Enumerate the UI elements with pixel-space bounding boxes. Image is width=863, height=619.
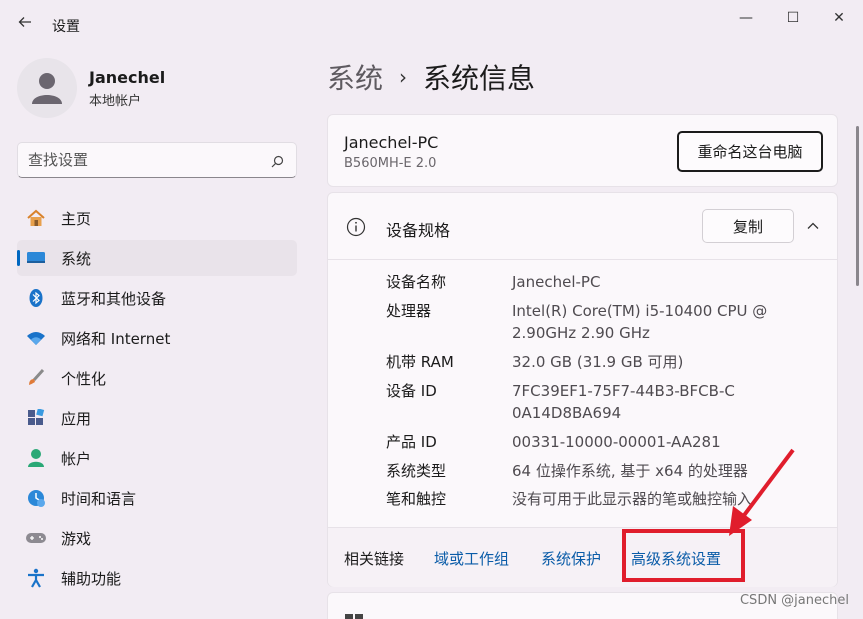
title-bar: 设置 — ☐ ✕ [0,0,863,48]
sidebar-item-label: 蓝牙和其他设备 [61,289,167,308]
sidebar-item-accounts[interactable]: 帐户 [17,440,297,476]
page-title: 系统信息 [423,62,536,95]
spec-value: Intel(R) Core(TM) i5-10400 CPU @ 2.90GHz… [512,302,768,342]
search-icon[interactable] [271,153,284,172]
back-arrow-icon [18,14,32,33]
breadcrumb-separator: › [399,65,408,89]
sidebar-item-gaming[interactable]: 游戏 [17,520,297,556]
sidebar-item-accessibility[interactable]: 辅助功能 [17,560,297,596]
spec-row: 设备名称 Janechel-PC [386,271,826,293]
avatar [17,58,77,118]
scrollbar[interactable] [856,126,859,286]
user-avatar-icon [32,73,62,104]
minimize-button[interactable]: — [724,6,768,30]
spec-value: Janechel-PC [512,273,601,291]
device-specs-card: 设备规格 复制 设备名称 Janechel-PC 处理器 Intel(R) Co… [327,192,838,587]
account-type: 本地帐户 [89,93,142,109]
wifi-icon [25,327,47,349]
device-specs-header[interactable]: 设备规格 复制 [328,193,837,260]
windows-logo-icon [344,613,364,619]
maximize-button[interactable]: ☐ [771,6,815,30]
account-icon [25,447,47,469]
related-links-label: 相关链接 [344,550,405,568]
breadcrumb-parent[interactable]: 系统 [327,57,383,97]
close-button[interactable]: ✕ [817,6,861,30]
chevron-up-icon[interactable] [806,218,820,237]
device-specs-table: 设备名称 Janechel-PC 处理器 Intel(R) Core(TM) i… [386,271,826,517]
breadcrumb: 系统 › 系统信息 [327,57,535,97]
back-button[interactable] [12,10,38,36]
time-language-icon [25,487,47,509]
sidebar-item-label: 辅助功能 [61,569,122,588]
pc-model: B560MH-E 2.0 [344,156,437,171]
sidebar-item-label: 时间和语言 [61,489,137,508]
sidebar-item-time-language[interactable]: 时间和语言 [17,480,297,516]
sidebar-item-label: 应用 [61,409,92,428]
apps-icon [25,407,47,429]
bluetooth-icon [25,287,47,309]
info-icon [346,217,366,241]
system-icon [25,247,47,269]
user-name: Janechel [89,67,166,87]
watermark: CSDN @janechel [739,593,849,608]
spec-row: 处理器 Intel(R) Core(TM) i5-10400 CPU @ 2.9… [386,300,826,344]
home-icon [25,207,47,229]
domain-workgroup-link[interactable]: 域或工作组 [434,548,509,569]
spec-key: 设备 ID [386,382,437,400]
spec-key: 处理器 [386,302,432,320]
rename-pc-button[interactable]: 重命名这台电脑 [677,131,823,172]
sidebar-item-label: 游戏 [61,529,92,548]
sidebar-item-label: 帐户 [61,449,92,468]
sidebar-nav: 主页 系统 蓝牙和其他设备 网络和 Internet 个性化 应用 帐户 时间和… [17,200,297,600]
app-title: 设置 [52,19,80,35]
system-protection-link[interactable]: 系统保护 [541,548,601,569]
spec-key: 产品 ID [386,433,437,451]
sidebar-item-bluetooth[interactable]: 蓝牙和其他设备 [17,280,297,316]
search-input[interactable] [28,151,268,169]
gamepad-icon [25,527,47,549]
spec-row: 设备 ID 7FC39EF1-75F7-44B3-BFCB-C0A14D8BA6… [386,380,826,424]
sidebar-item-apps[interactable]: 应用 [17,400,297,436]
copy-button[interactable]: 复制 [702,209,794,243]
spec-row: 笔和触控 没有可用于此显示器的笔或触控输入 [386,488,826,510]
annotation-highlight-box [622,529,745,582]
accessibility-icon [25,567,47,589]
spec-row: 系统类型 64 位操作系统, 基于 x64 的处理器 [386,460,826,482]
spec-value: 32.0 GB (31.9 GB 可用) [512,353,684,371]
sidebar-item-home[interactable]: 主页 [17,200,297,236]
spec-value: 64 位操作系统, 基于 x64 的处理器 [512,462,748,480]
spec-row: 产品 ID 00331-10000-00001-AA281 [386,431,826,453]
spec-key: 系统类型 [386,462,447,480]
spec-row: 机带 RAM 32.0 GB (31.9 GB 可用) [386,351,826,373]
spec-value: 00331-10000-00001-AA281 [512,433,721,451]
sidebar-item-label: 个性化 [61,369,107,388]
sidebar-item-personalization[interactable]: 个性化 [17,360,297,396]
sidebar-item-system[interactable]: 系统 [17,240,297,276]
spec-key: 设备名称 [386,273,447,291]
sidebar-item-label: 网络和 Internet [61,329,171,348]
spec-key: 机带 RAM [386,353,454,371]
spec-value: 7FC39EF1-75F7-44B3-BFCB-C0A14D8BA694 [512,382,735,422]
device-specs-title: 设备规格 [386,221,451,240]
user-profile[interactable]: Janechel 本地帐户 [17,58,165,118]
sidebar-item-label: 主页 [61,209,92,228]
pc-name-card: Janechel-PC B560MH-E 2.0 重命名这台电脑 [327,114,838,187]
spec-key: 笔和触控 [386,490,447,508]
sidebar-item-network[interactable]: 网络和 Internet [17,320,297,356]
spec-value: 没有可用于此显示器的笔或触控输入 [512,490,753,508]
sidebar-item-label: 系统 [61,249,92,268]
related-links: 相关链接 域或工作组 系统保护 高级系统设置 [328,527,837,587]
pc-name: Janechel-PC [344,133,439,152]
brush-icon [25,367,47,389]
search-box[interactable] [17,142,297,178]
